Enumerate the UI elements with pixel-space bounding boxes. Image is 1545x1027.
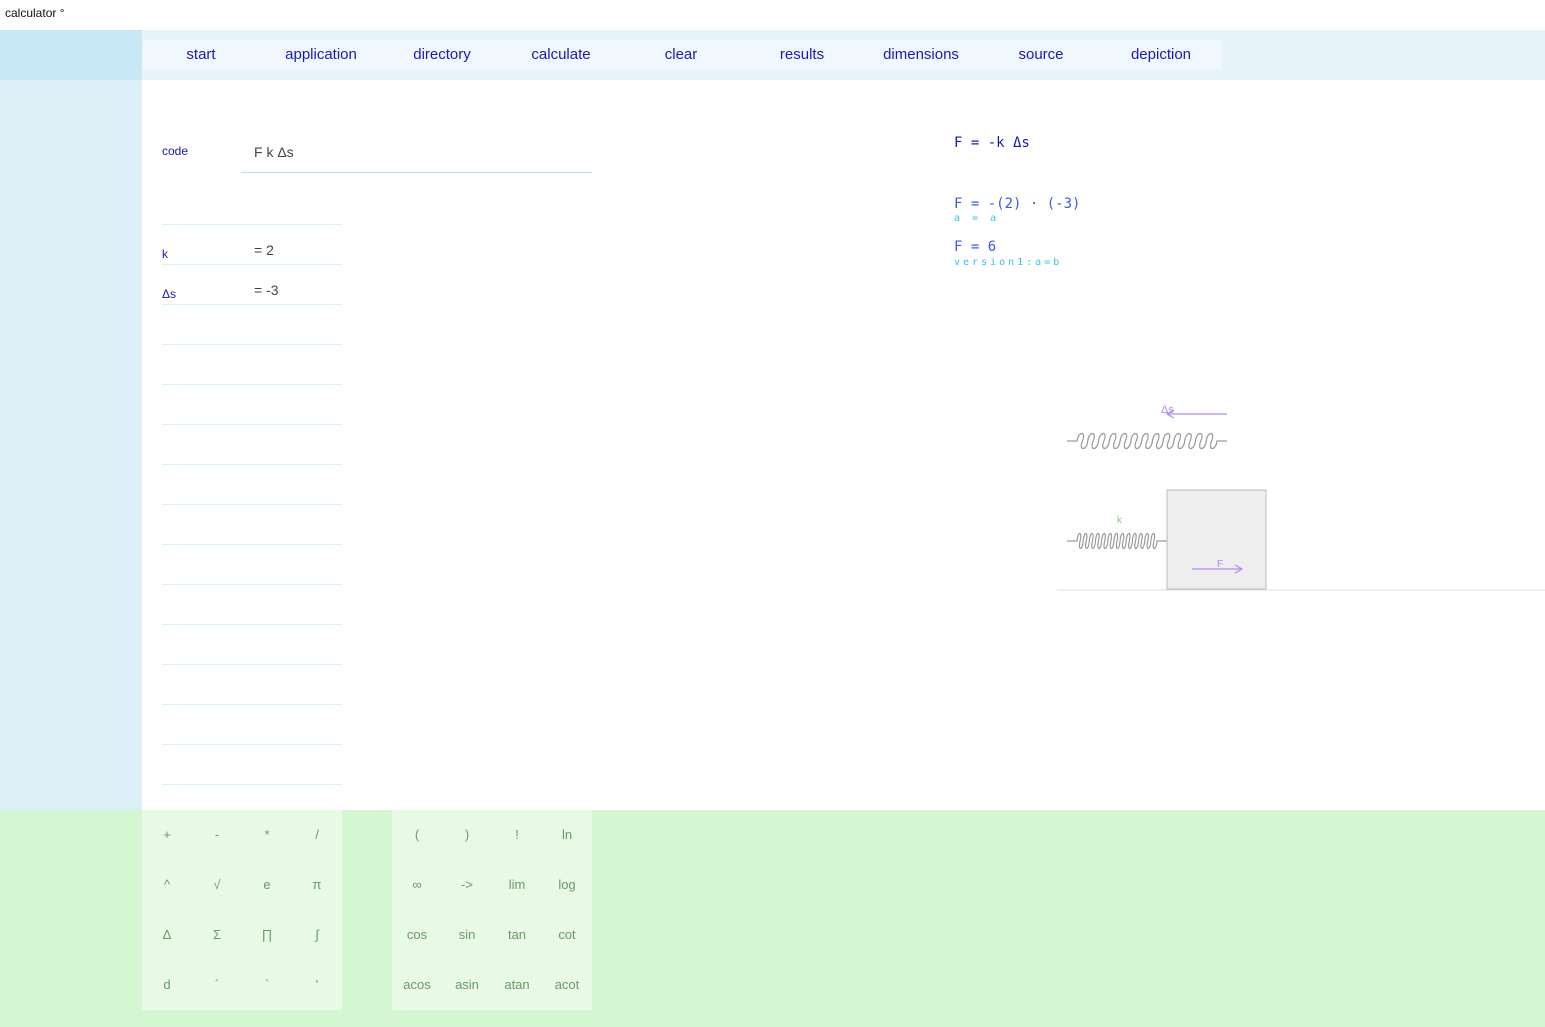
spring-top bbox=[1067, 432, 1227, 450]
keypad-function-key[interactable]: ) bbox=[442, 810, 492, 860]
result-formula: F = 6 bbox=[954, 239, 997, 255]
code-label: code bbox=[162, 144, 189, 158]
keypad-function-key[interactable]: cos bbox=[392, 910, 442, 960]
nav-clear[interactable]: clear bbox=[631, 40, 731, 70]
keypad-function-key[interactable]: ( bbox=[392, 810, 442, 860]
keypad-basic-key[interactable]: Σ bbox=[192, 910, 242, 960]
variable-value-ds[interactable]: = -3 bbox=[254, 282, 279, 298]
variable-row-line bbox=[242, 544, 342, 545]
spring-diagram: Δs k F bbox=[1057, 404, 1545, 591]
variable-row-line bbox=[162, 344, 242, 345]
left-sidebar bbox=[0, 30, 142, 810]
keypad-basic-key[interactable]: ∫ bbox=[292, 910, 342, 960]
nav-start[interactable]: start bbox=[151, 40, 251, 70]
variable-row-line bbox=[162, 504, 242, 505]
variable-row-line bbox=[242, 744, 342, 745]
variable-row-line bbox=[162, 264, 242, 265]
keypad-function-key[interactable]: sin bbox=[442, 910, 492, 960]
keypad-basic: + - * / ^ √ e π Δ Σ ∏ ∫ d ´ ` ' bbox=[142, 810, 342, 1010]
keypad-basic-key[interactable]: ^ bbox=[142, 860, 192, 910]
keypad-function-key[interactable]: tan bbox=[492, 910, 542, 960]
window-title: calculator ° bbox=[5, 6, 65, 20]
f-label: F bbox=[1217, 559, 1223, 570]
keypad-function-key[interactable]: asin bbox=[442, 960, 492, 1010]
code-input[interactable] bbox=[241, 131, 592, 173]
nav-directory[interactable]: directory bbox=[392, 40, 492, 70]
keypad-function-key[interactable]: ln bbox=[542, 810, 592, 860]
variable-row-line bbox=[242, 384, 342, 385]
keypad-function-key[interactable]: lim bbox=[492, 860, 542, 910]
formula-text: F = -k Δs bbox=[954, 135, 1030, 151]
variable-row-line bbox=[162, 624, 242, 625]
variable-row-line bbox=[242, 464, 342, 465]
substituted-formula: F = -(2) · (-3) bbox=[954, 196, 1081, 212]
variable-row-line bbox=[242, 344, 342, 345]
variable-row-line bbox=[242, 664, 342, 665]
keypad-function-key[interactable]: log bbox=[542, 860, 592, 910]
sidebar-header bbox=[0, 30, 142, 80]
nav-results[interactable]: results bbox=[752, 40, 852, 70]
k-label: k bbox=[1117, 515, 1123, 526]
keypad-basic-key[interactable]: + bbox=[142, 810, 192, 860]
variable-row-line bbox=[162, 424, 242, 425]
nav-bar: start application directory calculate cl… bbox=[142, 30, 1545, 80]
keypad-basic-key[interactable]: ' bbox=[292, 960, 342, 1010]
variable-row-line bbox=[162, 584, 242, 585]
variable-row-line bbox=[162, 304, 242, 305]
keypad-basic-key[interactable]: ∏ bbox=[242, 910, 292, 960]
note-line-2: version1:a=b bbox=[954, 257, 1063, 268]
keypad-basic-key[interactable]: Δ bbox=[142, 910, 192, 960]
keypad-basic-key[interactable]: - bbox=[192, 810, 242, 860]
nav-depiction[interactable]: depiction bbox=[1111, 40, 1211, 70]
nav-application[interactable]: application bbox=[271, 40, 371, 70]
keypad-functions: ()! ln ∞ -> lim log cos sin tan cot acos asin atan ac… bbox=[392, 810, 592, 1010]
variable-row-line bbox=[162, 784, 242, 785]
variable-row-line bbox=[162, 384, 242, 385]
nav-dimensions[interactable]: dimensions bbox=[871, 40, 971, 70]
nav-source[interactable]: source bbox=[991, 40, 1091, 70]
variable-row-line bbox=[242, 224, 342, 225]
variable-row-line bbox=[242, 304, 342, 305]
keypad-function-key[interactable]: cot bbox=[542, 910, 592, 960]
keypad-basic-key[interactable]: ´ bbox=[192, 960, 242, 1010]
keypad-basic-key[interactable]: * bbox=[242, 810, 292, 860]
title-bar: calculator ° bbox=[0, 0, 1545, 30]
keypad-basic-key[interactable]: d bbox=[142, 960, 192, 1010]
nav-calculate[interactable]: calculate bbox=[511, 40, 611, 70]
variable-value-k[interactable]: = 2 bbox=[254, 242, 274, 258]
variable-row-line bbox=[242, 264, 342, 265]
variable-row-line bbox=[162, 464, 242, 465]
variable-row-line bbox=[242, 704, 342, 705]
variable-row-line bbox=[162, 224, 242, 225]
keypad-basic-key[interactable]: / bbox=[292, 810, 342, 860]
ds-label: Δs bbox=[1161, 404, 1174, 416]
keypad-basic-key[interactable]: ` bbox=[242, 960, 292, 1010]
mass-block bbox=[1166, 489, 1267, 590]
keypad-function-key[interactable]: ∞ bbox=[392, 860, 442, 910]
keypad-function-key[interactable]: ! bbox=[492, 810, 542, 860]
keypad-basic-key[interactable]: √ bbox=[192, 860, 242, 910]
variable-row-line bbox=[242, 424, 342, 425]
keypad-function-key[interactable]: -> bbox=[442, 860, 492, 910]
spring-bottom bbox=[1067, 532, 1167, 550]
variable-row-line bbox=[162, 544, 242, 545]
variable-row-line bbox=[242, 624, 342, 625]
variable-row-line bbox=[242, 784, 342, 785]
variable-name-k: k bbox=[162, 247, 168, 261]
variable-name-ds: Δs bbox=[162, 287, 177, 301]
keypad-basic-key[interactable]: e bbox=[242, 860, 292, 910]
keypad-function-key[interactable]: acos bbox=[392, 960, 442, 1010]
note-line-1: a = a bbox=[954, 213, 1000, 224]
keypad-function-key[interactable]: atan bbox=[492, 960, 542, 1010]
variable-row-line bbox=[242, 504, 342, 505]
variable-row-line bbox=[162, 744, 242, 745]
variable-row-line bbox=[242, 584, 342, 585]
keypad-basic-key[interactable]: π bbox=[292, 860, 342, 910]
variable-row-line bbox=[162, 704, 242, 705]
variable-row-line bbox=[162, 664, 242, 665]
keypad-function-key[interactable]: acot bbox=[542, 960, 592, 1010]
